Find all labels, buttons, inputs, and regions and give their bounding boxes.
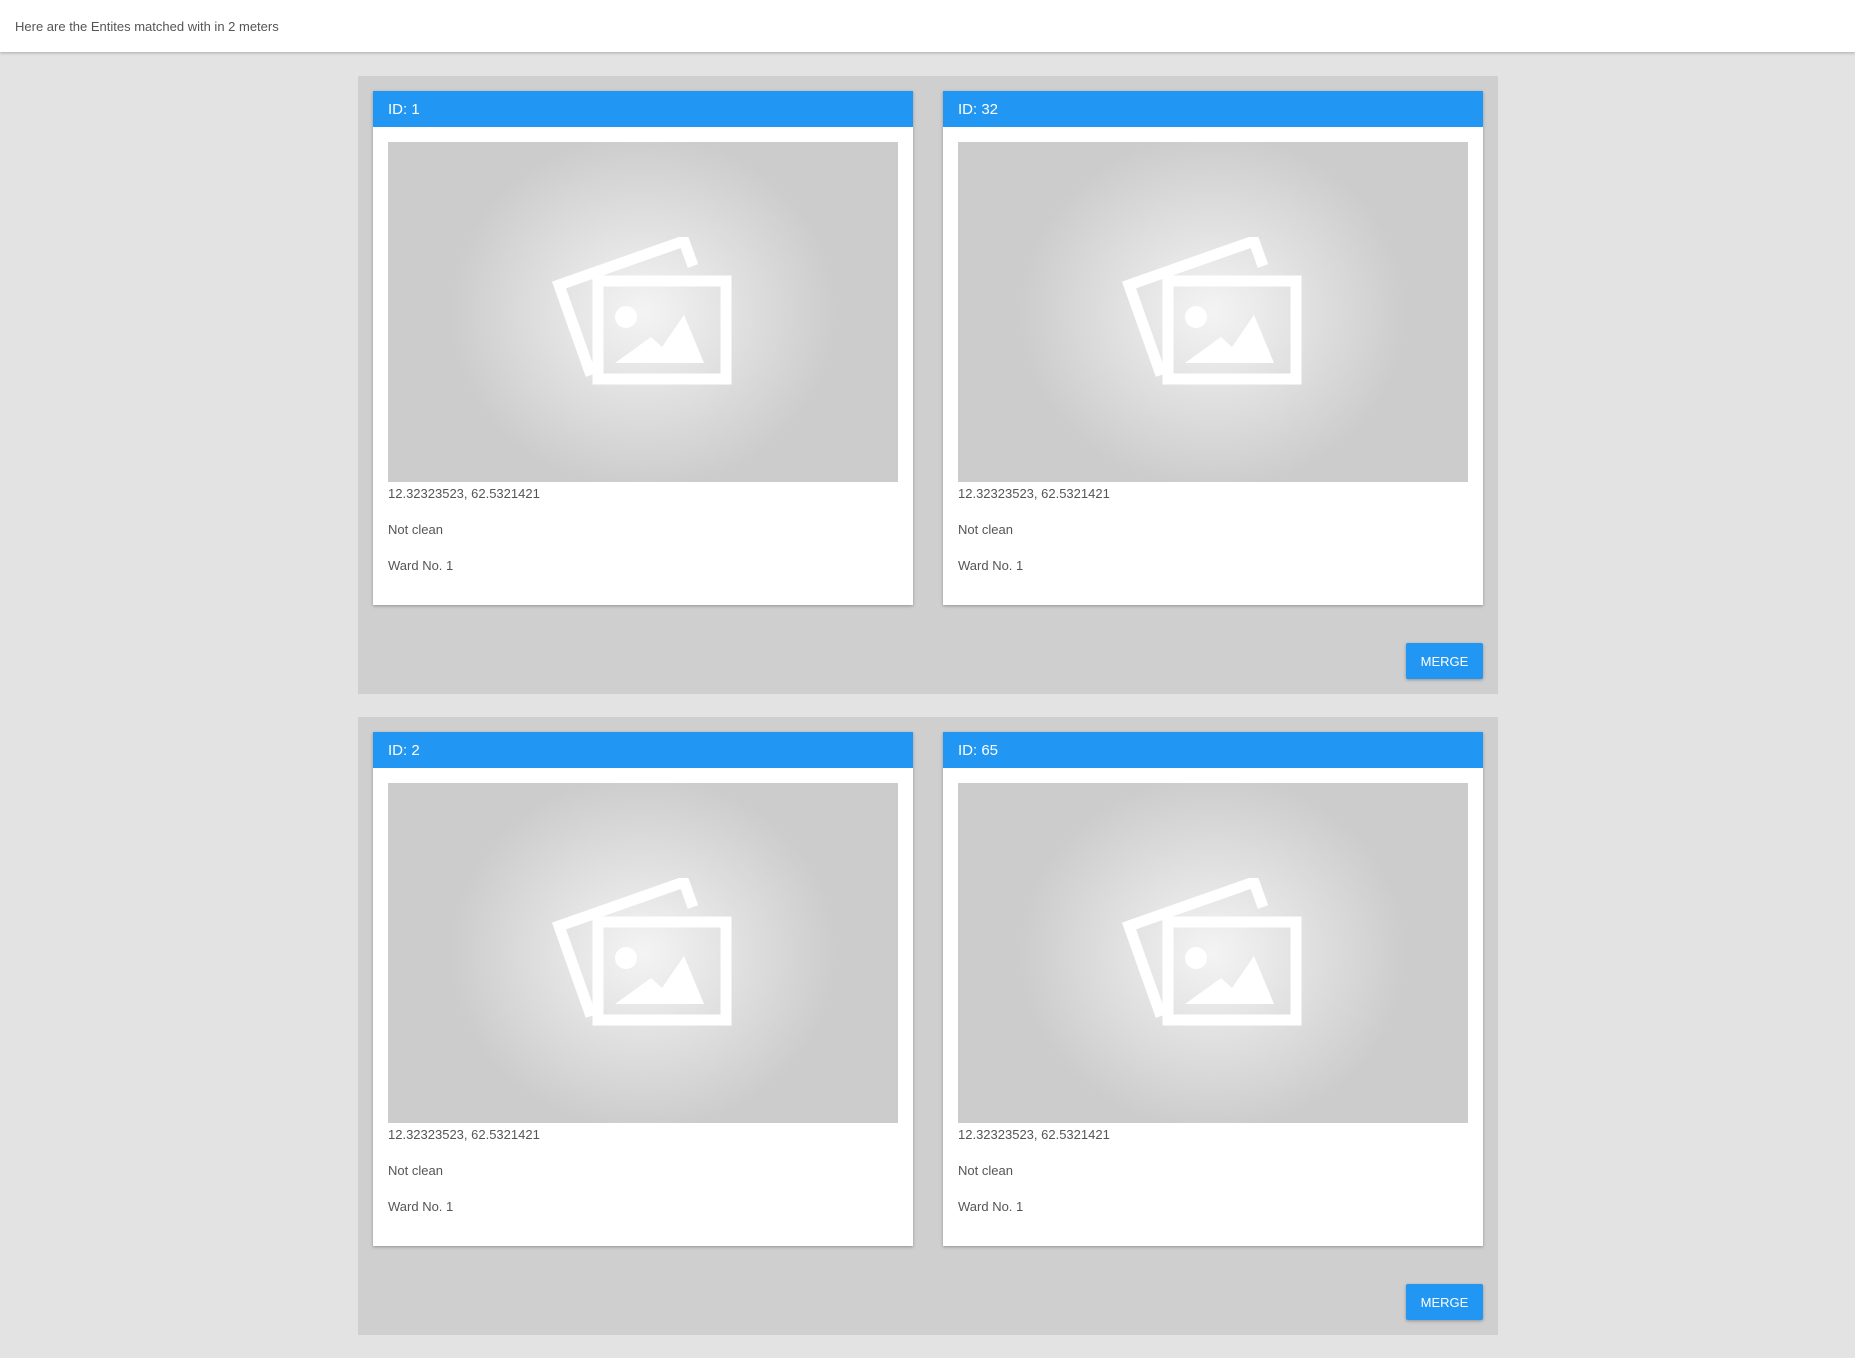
entity-coordinates: 12.32323523, 62.5321421: [388, 1127, 540, 1142]
card-header: ID: 2: [373, 732, 913, 768]
entity-ward: Ward No. 1: [388, 558, 454, 573]
entity-card[interactable]: ID: 2 12.32323523, 62.5321421 Not clean …: [373, 732, 913, 1246]
match-message: Here are the Entites matched with in 2 m…: [15, 18, 279, 34]
entity-id: ID: 2: [388, 741, 420, 759]
entity-coordinates: 12.32323523, 62.5321421: [388, 486, 540, 501]
entity-card[interactable]: ID: 32 12.32323523, 62.5321421 Not clean…: [943, 91, 1483, 605]
entity-id: ID: 1: [388, 100, 420, 118]
match-group: ID: 1 12.32323523, 62.5321421 Not clean …: [358, 76, 1498, 694]
entity-ward: Ward No. 1: [388, 1199, 454, 1214]
image-placeholder-icon: [551, 237, 732, 385]
entity-id: ID: 65: [958, 741, 999, 759]
entity-status: Not clean: [388, 522, 443, 537]
entity-image: [958, 142, 1468, 482]
card-header: ID: 65: [943, 732, 1483, 768]
entity-status: Not clean: [958, 1163, 1013, 1178]
top-bar: Here are the Entites matched with in 2 m…: [0, 0, 1855, 52]
match-group: ID: 2 12.32323523, 62.5321421 Not clean …: [358, 717, 1498, 1335]
entity-status: Not clean: [958, 522, 1013, 537]
image-placeholder-icon: [551, 878, 732, 1026]
entity-image: [958, 783, 1468, 1123]
entity-coordinates: 12.32323523, 62.5321421: [958, 1127, 1110, 1142]
merge-button[interactable]: MERGE: [1406, 643, 1483, 679]
card-header: ID: 32: [943, 91, 1483, 127]
entity-status: Not clean: [388, 1163, 443, 1178]
entity-ward: Ward No. 1: [958, 1199, 1024, 1214]
card-header: ID: 1: [373, 91, 913, 127]
entity-coordinates: 12.32323523, 62.5321421: [958, 486, 1110, 501]
entity-card[interactable]: ID: 65 12.32323523, 62.5321421 Not clean…: [943, 732, 1483, 1246]
entity-ward: Ward No. 1: [958, 558, 1024, 573]
entity-image: [388, 783, 898, 1123]
merge-button[interactable]: MERGE: [1406, 1284, 1483, 1320]
entity-id: ID: 32: [958, 100, 999, 118]
entity-image: [388, 142, 898, 482]
entity-card[interactable]: ID: 1 12.32323523, 62.5321421 Not clean …: [373, 91, 913, 605]
image-placeholder-icon: [1121, 878, 1302, 1026]
image-placeholder-icon: [1121, 237, 1302, 385]
